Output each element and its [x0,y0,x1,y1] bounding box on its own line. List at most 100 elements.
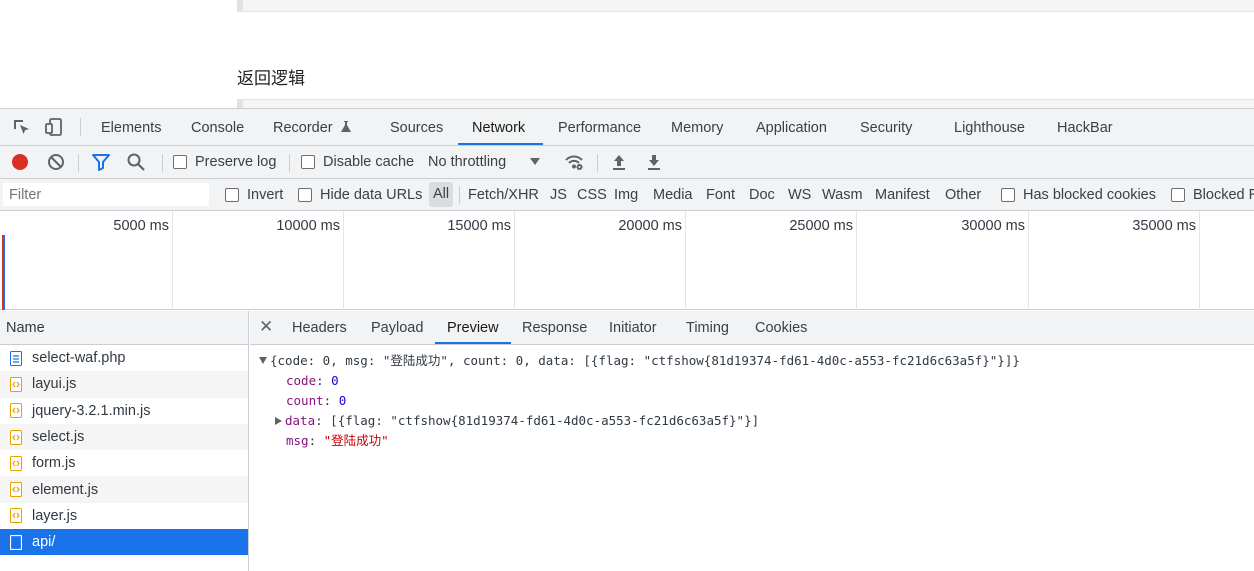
type-filter-wasm[interactable]: Wasm [822,179,863,210]
request-name: jquery-3.2.1.min.js [32,402,151,419]
request-row[interactable]: select-waf.php [0,345,248,371]
json-key: msg [286,433,309,448]
checkbox-box [225,187,239,202]
filter-icon[interactable] [91,152,111,172]
json-value: 0 [338,393,347,408]
export-har-icon[interactable] [644,152,664,172]
timeline-tick-label: 15000 ms [447,218,511,234]
request-row-selected[interactable]: api/ [0,529,248,556]
type-filter-all[interactable]: All [429,182,453,207]
throttling-value: No throttling [428,154,507,170]
request-row[interactable]: select.js [0,423,248,451]
blocked-requests-checkbox[interactable]: Blocked R [1171,179,1254,210]
blocked-requests-label: Blocked R [1193,186,1254,203]
json-property-row: msg: "登陆成功" [286,433,389,448]
request-name: select.js [32,429,85,446]
tab-elements[interactable]: Elements [101,109,161,145]
type-filter-doc[interactable]: Doc [749,179,775,210]
json-property-row[interactable]: data: [{flag: "ctfshow{81d19374-fd61-4d0… [275,411,759,431]
tab-console[interactable]: Console [191,109,244,145]
gridline [856,211,857,310]
request-name: element.js [32,481,99,498]
inspect-element-icon[interactable] [11,117,31,137]
tab-application[interactable]: Application [756,109,827,145]
script-file-icon [10,429,22,445]
tab-headers[interactable]: Headers [292,311,347,344]
invert-label: Invert [247,186,284,203]
detail-tabbar: ✕ Headers Payload Preview Response Initi… [250,311,1254,345]
tab-security[interactable]: Security [860,109,912,145]
type-filter-fetch-xhr[interactable]: Fetch/XHR [468,179,539,210]
json-property-row: code: 0 [286,373,339,388]
tab-timing[interactable]: Timing [686,311,729,344]
type-filter-other[interactable]: Other [945,179,981,210]
disable-cache-checkbox[interactable]: Disable cache [301,146,414,178]
document-icon [10,350,22,366]
toolbar-divider [162,154,163,172]
type-filter-manifest[interactable]: Manifest [875,179,930,210]
devtools-tabbar: Elements Console Recorder Sources Networ… [0,109,1254,146]
search-icon[interactable] [126,152,146,172]
tab-network[interactable]: Network [458,109,543,145]
close-icon[interactable]: ✕ [259,317,273,337]
request-row[interactable]: element.js [0,476,248,503]
page-heading: 返回逻辑 [237,69,305,88]
tab-cookies[interactable]: Cookies [755,311,807,344]
request-row[interactable]: jquery-3.2.1.min.js [0,398,248,424]
import-har-icon[interactable] [609,152,629,172]
json-value: 0 [331,373,339,388]
type-filter-img[interactable]: Img [614,179,638,210]
throttling-select[interactable]: No throttling [428,146,541,178]
request-row[interactable]: layui.js [0,371,248,398]
tab-hackbar[interactable]: HackBar [1057,109,1113,145]
tab-payload[interactable]: Payload [371,311,423,344]
tab-initiator[interactable]: Initiator [609,311,657,344]
invert-checkbox[interactable]: Invert [225,179,283,210]
clear-icon[interactable] [46,152,66,172]
network-toolbar: Preserve log Disable cache No throttling [0,146,1254,179]
gridline [1199,211,1200,310]
network-conditions-icon[interactable] [564,152,584,172]
has-blocked-cookies-checkbox[interactable]: Has blocked cookies [1001,179,1156,210]
chevron-down-icon [530,158,541,165]
request-timing-mark [2,235,5,310]
network-overview[interactable]: 5000 ms 10000 ms 15000 ms 20000 ms 25000… [0,211,1254,310]
type-filter-font[interactable]: Font [706,179,735,210]
tab-performance[interactable]: Performance [558,109,641,145]
tab-response[interactable]: Response [522,311,587,344]
tab-recorder[interactable]: Recorder [273,109,352,145]
code-block [237,99,1254,108]
json-root-row[interactable]: {code: 0, msg: "登陆成功", count: 0, data: [… [259,351,1020,371]
request-row[interactable]: layer.js [0,503,248,529]
script-file-icon [10,403,22,419]
type-filter-js[interactable]: JS [550,179,567,210]
timeline-tick-label: 25000 ms [789,218,853,234]
type-filter-ws[interactable]: WS [788,179,811,210]
tab-sources[interactable]: Sources [390,109,443,145]
device-toolbar-icon[interactable] [44,117,64,137]
hide-data-urls-checkbox[interactable]: Hide data URLs [298,179,422,210]
checkbox-box [298,187,312,202]
filter-input[interactable] [3,183,209,206]
preserve-log-checkbox[interactable]: Preserve log [173,146,276,178]
request-row[interactable]: form.js [0,450,248,476]
devtools-panel: Elements Console Recorder Sources Networ… [0,108,1254,571]
name-column-header[interactable]: Name [0,311,248,345]
type-filter-css[interactable]: CSS [577,179,607,210]
checkbox-box [1171,187,1185,202]
request-list: select-waf.php layui.js jquery-3.2.1.min… [0,345,248,556]
type-filter-media[interactable]: Media [653,179,693,210]
checkbox-box [173,155,187,169]
toolbar-divider [80,118,81,136]
request-name: api/ [32,534,56,551]
record-icon[interactable] [10,152,30,172]
tab-preview[interactable]: Preview [435,311,511,344]
toolbar-divider [289,154,290,172]
toolbar-divider [597,154,598,172]
tab-lighthouse[interactable]: Lighthouse [954,109,1025,145]
disable-cache-label: Disable cache [323,154,415,170]
request-name: form.js [32,455,76,472]
expand-triangle-icon [259,357,267,364]
tab-memory[interactable]: Memory [671,109,723,145]
json-property-row: count: 0 [286,393,347,408]
